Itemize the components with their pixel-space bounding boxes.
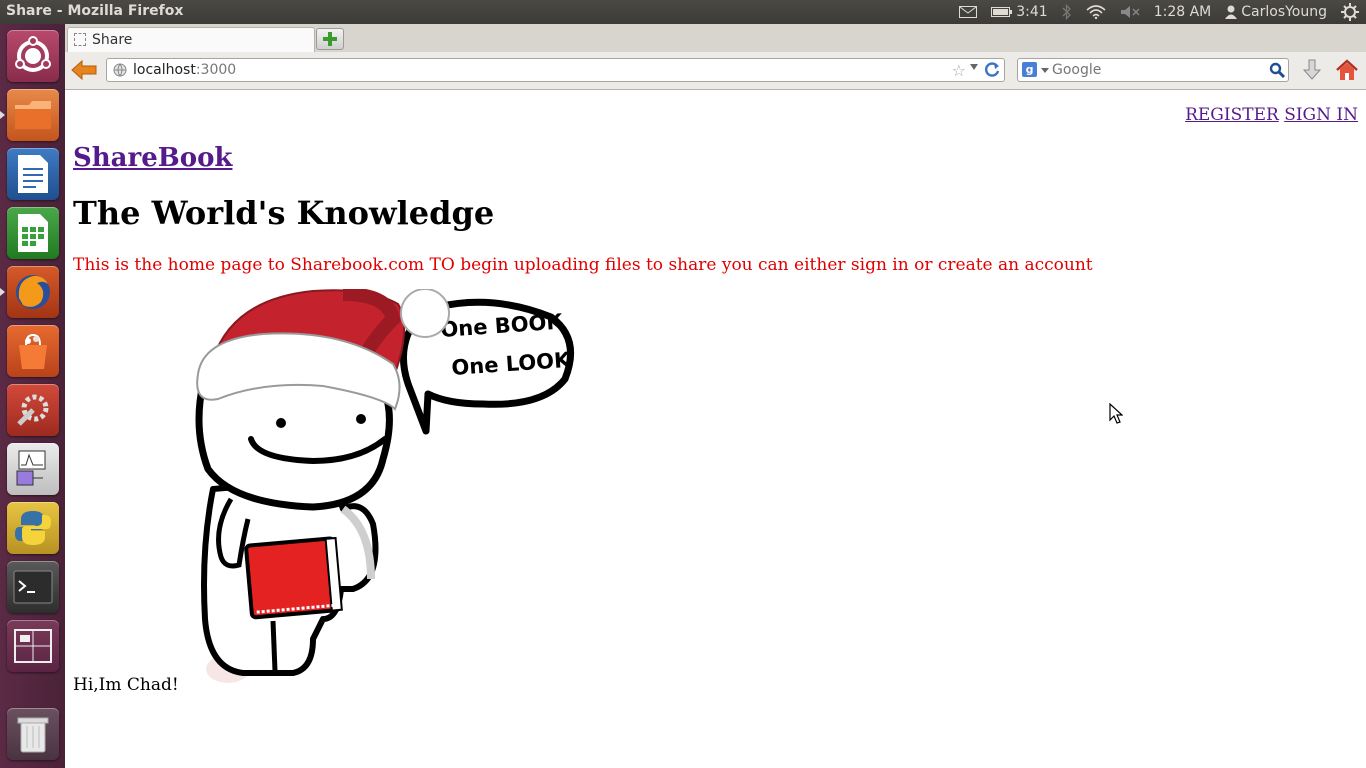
url-bar[interactable]: localhost:3000 ☆ [106, 58, 1005, 82]
firefox-icon[interactable] [7, 266, 59, 318]
plus-icon [323, 32, 337, 46]
battery-indicator[interactable]: 3:41 [984, 0, 1054, 24]
tab-share[interactable]: Share [67, 27, 315, 53]
search-icon[interactable] [1269, 62, 1285, 78]
search-input[interactable] [1052, 61, 1252, 79]
sign-in-link[interactable]: SIGN IN [1284, 105, 1358, 125]
home-icon [1336, 59, 1358, 80]
top-panel: Share - Mozilla Firefox 3:41 1:28 AM Car… [0, 0, 1366, 24]
left-eye [276, 418, 286, 428]
url-port: :3000 [195, 62, 237, 78]
indicator-area: 3:41 1:28 AM CarlosYoung [952, 0, 1366, 24]
clock[interactable]: 1:28 AM [1147, 0, 1219, 24]
tab-title: Share [92, 32, 133, 48]
tab-bar: Share [65, 24, 1366, 53]
battery-time: 3:41 [1016, 4, 1048, 20]
site-identity-globe-icon[interactable] [113, 63, 127, 77]
session-gear-icon[interactable] [1334, 0, 1366, 24]
running-pip [0, 111, 5, 119]
battery-icon [991, 7, 1013, 17]
libreoffice-writer-icon[interactable] [7, 148, 59, 200]
google-engine-icon[interactable]: g [1022, 62, 1037, 77]
active-pip [0, 288, 5, 296]
user-name: CarlosYoung [1241, 4, 1327, 20]
hat-pompom [400, 289, 450, 338]
software-center-icon[interactable] [7, 325, 59, 377]
right-eye [356, 414, 366, 424]
libreoffice-calc-icon[interactable] [7, 207, 59, 259]
wifi-icon[interactable] [1079, 0, 1113, 24]
ubuntu-dash-icon[interactable] [7, 30, 59, 82]
mascot-head [195, 375, 393, 511]
circuit-app-icon[interactable] [7, 443, 59, 495]
new-tab-button[interactable] [316, 28, 344, 50]
downloads-button[interactable] [1300, 58, 1324, 82]
launcher [0, 24, 66, 768]
download-arrow-icon [1302, 59, 1322, 80]
volume-muted-icon[interactable] [1113, 0, 1147, 24]
python-icon[interactable] [7, 502, 59, 554]
back-arrow-icon [71, 60, 97, 80]
engine-dropdown-icon[interactable] [1041, 68, 1049, 73]
page-placeholder-icon [74, 33, 86, 46]
intro-text: This is the home page to Sharebook.com T… [73, 255, 1093, 275]
back-button[interactable] [71, 59, 97, 81]
trash-icon[interactable] [7, 708, 59, 760]
system-settings-icon[interactable] [7, 384, 59, 436]
navigation-toolbar: localhost:3000 ☆ g [65, 52, 1366, 90]
workspace-switcher-icon[interactable] [7, 620, 59, 672]
leg-divider [270, 620, 278, 672]
page-title: The World's Knowledge [73, 194, 495, 232]
files-folder-icon[interactable] [7, 89, 59, 141]
reload-icon[interactable] [984, 62, 1000, 78]
mascot-image: One BOOK One LOOK [195, 289, 575, 683]
url-text: localhost:3000 [133, 62, 236, 78]
home-button[interactable] [1335, 58, 1359, 82]
register-link[interactable]: REGISTER [1185, 105, 1279, 125]
page-content: REGISTER SIGN IN ShareBook The World's K… [65, 90, 1366, 768]
url-host: localhost [133, 62, 196, 78]
auth-links: REGISTER SIGN IN [1185, 105, 1358, 125]
terminal-icon[interactable] [7, 561, 59, 613]
user-icon [1225, 5, 1238, 19]
bookmark-star-icon[interactable]: ☆ [952, 61, 966, 80]
mail-icon[interactable] [952, 0, 984, 24]
site-home-link[interactable]: ShareBook [73, 143, 232, 173]
user-menu[interactable]: CarlosYoung [1218, 0, 1334, 24]
window-title: Share - Mozilla Firefox [6, 3, 184, 19]
history-dropdown-icon[interactable] [970, 64, 978, 70]
mouse-pointer-icon [1109, 403, 1123, 424]
red-book [244, 536, 343, 620]
bluetooth-icon[interactable] [1055, 0, 1079, 24]
search-bar[interactable]: g [1017, 58, 1289, 82]
mascot-caption: Hi,Im Chad! [73, 675, 179, 695]
